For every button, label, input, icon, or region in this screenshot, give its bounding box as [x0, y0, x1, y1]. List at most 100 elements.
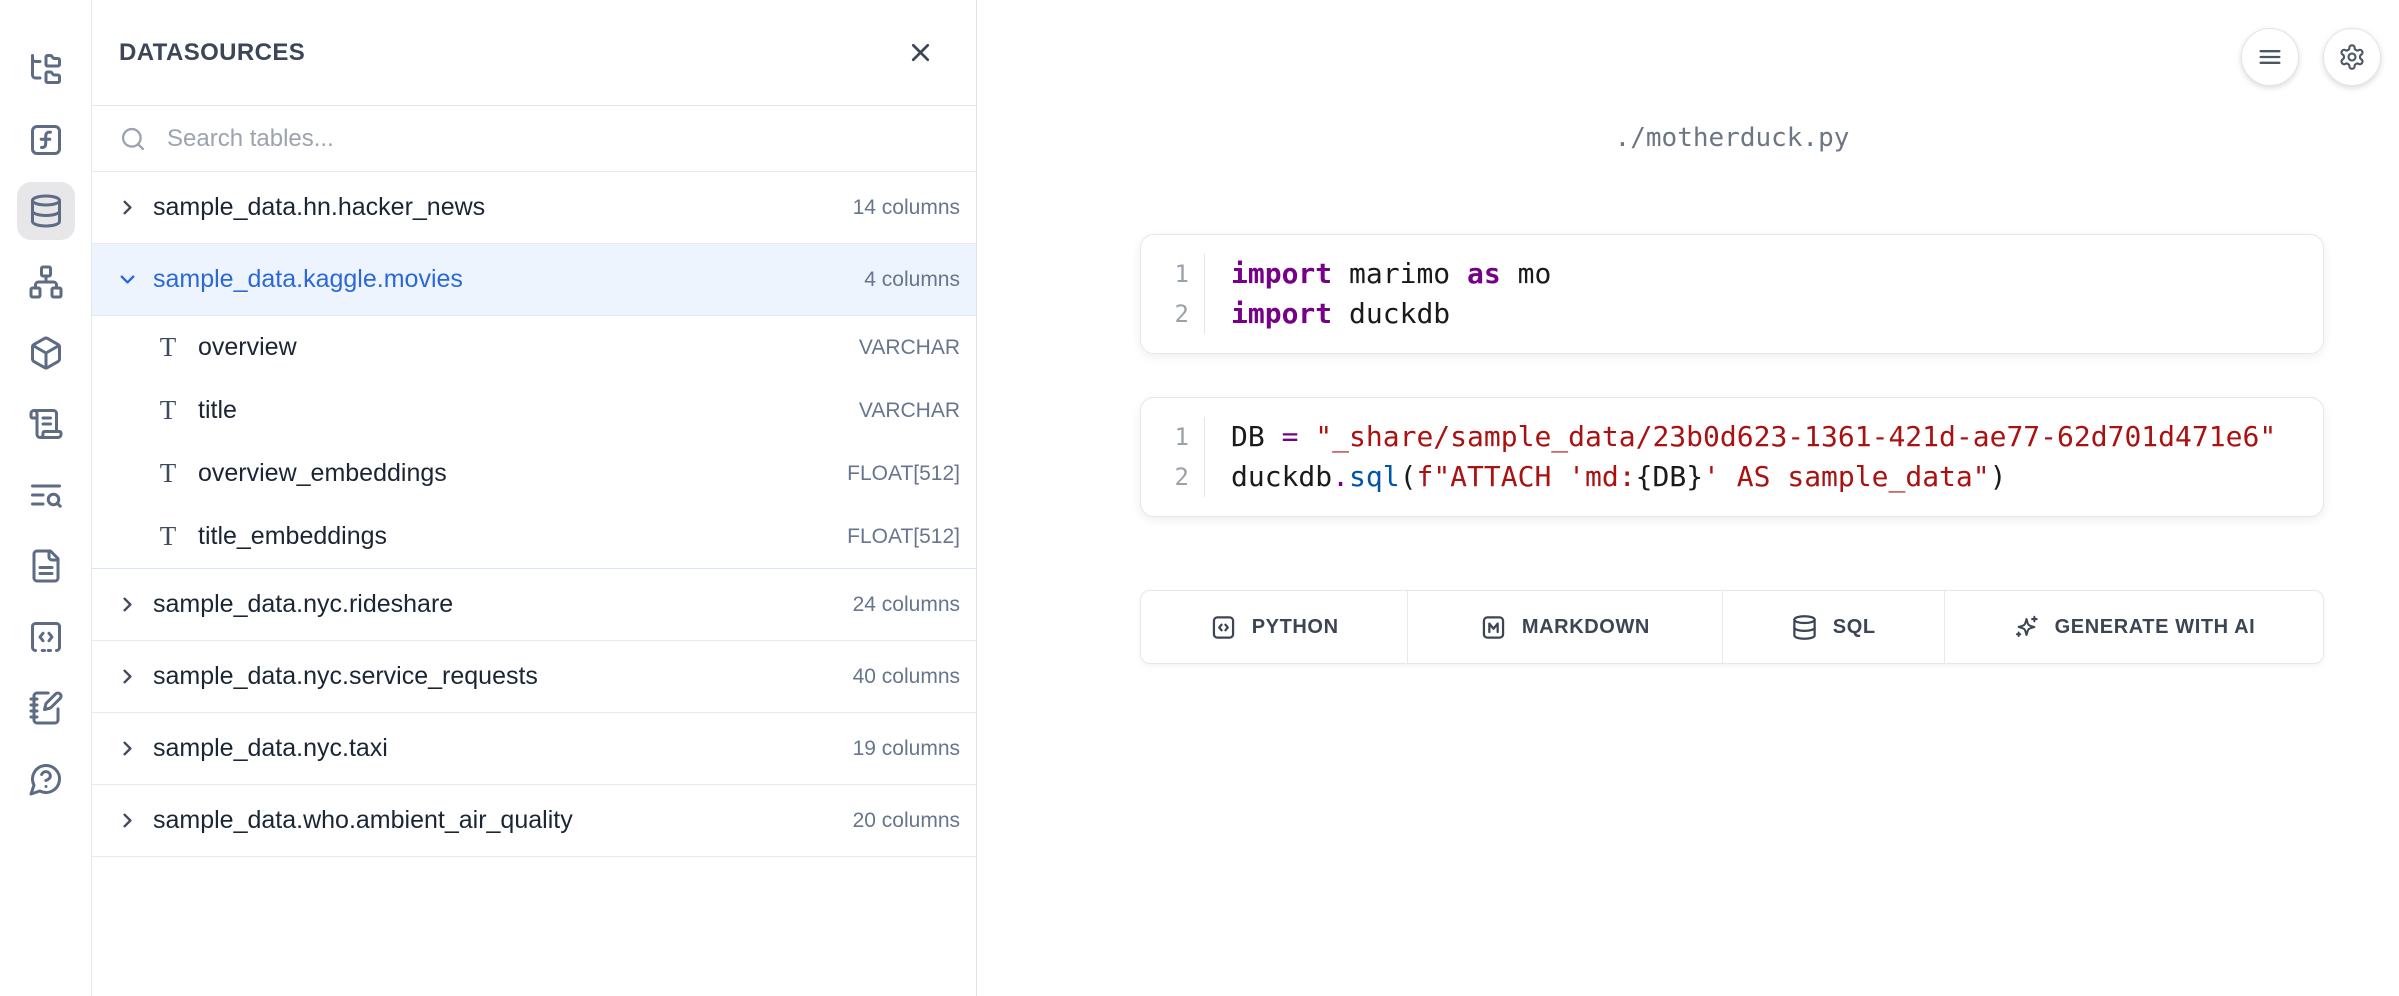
table-column-count: 19 columns — [853, 737, 960, 761]
table-row[interactable]: sample_data.nyc.rideshare 24 columns — [92, 569, 976, 641]
datasources-panel: DATASOURCES sample_data.hn.hacker_news 1… — [92, 0, 977, 996]
column-name: overview_embeddings — [198, 459, 447, 488]
activity-bar — [0, 0, 92, 996]
column-name: overview — [198, 333, 297, 362]
column-row[interactable]: T overview VARCHAR — [92, 316, 976, 379]
line-numbers: 12 — [1141, 254, 1205, 334]
code-line: duckdb.sql(f"ATTACH 'md:{DB}' AS sample_… — [1231, 457, 2323, 497]
table-name: sample_data.hn.hacker_news — [153, 193, 485, 222]
column-type: VARCHAR — [859, 336, 960, 360]
table-list: sample_data.hn.hacker_news 14 columns sa… — [92, 172, 976, 857]
menu-icon — [2256, 43, 2284, 71]
text-search-icon — [28, 477, 64, 513]
sidebar-file-explorer-button[interactable] — [17, 40, 75, 98]
sidebar-dependencies-button[interactable] — [17, 253, 75, 311]
type-text-icon: T — [154, 460, 182, 487]
notebook-filename: ./motherduck.py — [1140, 118, 2324, 158]
table-row[interactable]: sample_data.kaggle.movies 4 columns — [92, 244, 976, 316]
column-type: FLOAT[512] — [847, 525, 960, 549]
type-text-icon: T — [154, 397, 182, 424]
column-row[interactable]: T title_embeddings FLOAT[512] — [92, 505, 976, 568]
panel-header: DATASOURCES — [92, 0, 976, 106]
search-row — [92, 106, 976, 172]
sidebar-packages-button[interactable] — [17, 324, 75, 382]
notebook-content: ./motherduck.py 12 import marimo as moim… — [1140, 118, 2324, 664]
column-name: title_embeddings — [198, 522, 387, 551]
notebook-menu-button[interactable] — [2241, 28, 2299, 86]
column-name: title — [198, 396, 237, 425]
database-icon — [28, 193, 64, 229]
column-row[interactable]: T title VARCHAR — [92, 379, 976, 442]
column-row[interactable]: T overview_embeddings FLOAT[512] — [92, 442, 976, 505]
settings-icon — [2338, 43, 2366, 71]
sidebar-scratchpad-button[interactable] — [17, 679, 75, 737]
button-label: PYTHON — [1252, 616, 1339, 639]
chevron-right-icon — [116, 665, 139, 688]
box-icon — [28, 335, 64, 371]
code-line: import duckdb — [1231, 294, 2323, 334]
add-markdown-cell-button[interactable]: MARKDOWN — [1407, 591, 1721, 663]
chevron-right-icon — [116, 809, 139, 832]
scroll-text-icon — [28, 406, 64, 442]
add-python-cell-button[interactable]: PYTHON — [1141, 591, 1407, 663]
table-name: sample_data.who.ambient_air_quality — [153, 806, 573, 835]
sidebar-datasources-button[interactable] — [17, 182, 75, 240]
line-numbers: 12 — [1141, 417, 1205, 497]
notebook-area: ./motherduck.py 12 import marimo as moim… — [978, 0, 2399, 996]
chevron-right-icon — [116, 737, 139, 760]
code-cell[interactable]: 12 DB = "_share/sample_data/23b0d623-136… — [1140, 397, 2324, 517]
table-row[interactable]: sample_data.nyc.service_requests 40 colu… — [92, 641, 976, 713]
sidebar-outline-button[interactable] — [17, 395, 75, 453]
notebook-pen-icon — [28, 690, 64, 726]
sparkles-icon — [2013, 614, 2040, 641]
chevron-right-icon — [116, 196, 139, 219]
table-column-count: 24 columns — [853, 593, 960, 617]
search-input[interactable] — [165, 124, 956, 154]
sidebar-documentation-button[interactable] — [17, 466, 75, 524]
table-columns: T overview VARCHAR T title VARCHAR T ove… — [92, 316, 976, 569]
function-square-icon — [28, 122, 64, 158]
square-code-dashed-icon — [28, 619, 64, 655]
folder-tree-icon — [28, 51, 64, 87]
sidebar-variables-button[interactable] — [17, 111, 75, 169]
code-line: DB = "_share/sample_data/23b0d623-1361-4… — [1231, 417, 2323, 457]
generate-with-ai-button[interactable]: GENERATE WITH AI — [1944, 591, 2323, 663]
close-icon — [906, 38, 935, 67]
button-label: MARKDOWN — [1522, 616, 1650, 639]
settings-button[interactable] — [2323, 28, 2381, 86]
type-text-icon: T — [154, 334, 182, 361]
cell-code: import marimo as moimport duckdb — [1205, 254, 2323, 334]
table-row[interactable]: sample_data.hn.hacker_news 14 columns — [92, 172, 976, 244]
sidebar-help-button[interactable] — [17, 750, 75, 808]
sidebar-logs-button[interactable] — [17, 537, 75, 595]
button-label: GENERATE WITH AI — [2055, 616, 2256, 639]
table-column-count: 14 columns — [853, 196, 960, 220]
sidebar-snippets-button[interactable] — [17, 608, 75, 666]
code-cell[interactable]: 12 import marimo as moimport duckdb — [1140, 234, 2324, 354]
table-row[interactable]: sample_data.who.ambient_air_quality 20 c… — [92, 785, 976, 857]
table-row[interactable]: sample_data.nyc.taxi 19 columns — [92, 713, 976, 785]
table-column-count: 4 columns — [864, 268, 960, 292]
database-icon — [1791, 614, 1818, 641]
cells-container: 12 import marimo as moimport duckdb 12 D… — [1140, 234, 2324, 517]
help-chat-icon — [28, 761, 64, 797]
table-name: sample_data.nyc.service_requests — [153, 662, 538, 691]
code-line: import marimo as mo — [1231, 254, 2323, 294]
network-icon — [28, 264, 64, 300]
table-name: sample_data.nyc.rideshare — [153, 590, 453, 619]
table-name: sample_data.kaggle.movies — [153, 265, 463, 294]
square-code-icon — [1210, 614, 1237, 641]
button-label: SQL — [1833, 616, 1876, 639]
square-m-icon — [1480, 614, 1507, 641]
file-text-icon — [28, 548, 64, 584]
cell-code: DB = "_share/sample_data/23b0d623-1361-4… — [1205, 417, 2323, 497]
chevron-right-icon — [116, 593, 139, 616]
type-text-icon: T — [154, 523, 182, 550]
table-column-count: 20 columns — [853, 809, 960, 833]
close-panel-button[interactable] — [900, 33, 940, 73]
add-cell-bar: PYTHON MARKDOWN SQL GENERATE WITH AI — [1140, 590, 2324, 664]
chevron-down-icon — [116, 268, 139, 291]
panel-title: DATASOURCES — [119, 39, 305, 67]
column-type: VARCHAR — [859, 399, 960, 423]
add-sql-cell-button[interactable]: SQL — [1722, 591, 1944, 663]
